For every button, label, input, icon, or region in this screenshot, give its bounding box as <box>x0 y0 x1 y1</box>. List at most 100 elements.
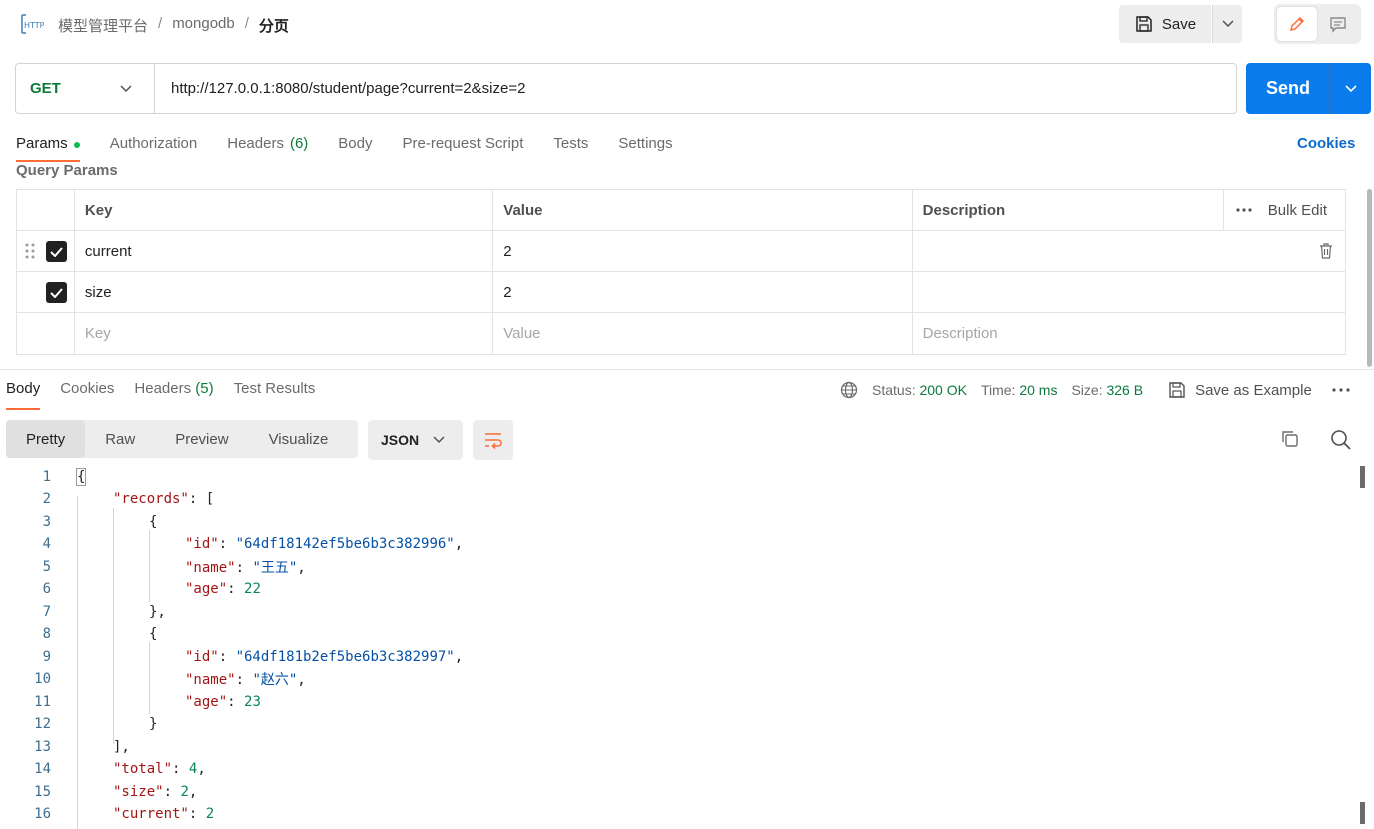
more-icon[interactable] <box>1236 208 1252 212</box>
format-raw-button[interactable]: Raw <box>85 420 155 458</box>
param-description-cell[interactable] <box>913 231 1345 271</box>
tab-tests[interactable]: Tests <box>553 132 588 162</box>
tab-prerequest-script[interactable]: Pre-request Script <box>403 132 524 162</box>
size-value: 326 B <box>1106 382 1144 398</box>
code-text: "current": 2 <box>113 806 215 822</box>
send-options-button[interactable] <box>1330 63 1371 114</box>
param-checkbox[interactable] <box>46 282 67 303</box>
more-icon[interactable] <box>1332 388 1350 392</box>
code-text: { <box>76 468 87 486</box>
tab-authorization[interactable]: Authorization <box>110 132 198 162</box>
wrap-lines-button[interactable] <box>473 420 513 460</box>
tab-response-cookies[interactable]: Cookies <box>60 380 114 410</box>
tab-body[interactable]: Body <box>338 132 372 162</box>
code-text: "total": 4, <box>113 761 206 777</box>
line-number: 10 <box>34 671 51 687</box>
code-text: "age": 22 <box>185 581 261 597</box>
tab-params[interactable]: Params <box>16 132 80 162</box>
pane-divider[interactable] <box>0 369 1374 370</box>
format-preview-button[interactable]: Preview <box>155 420 248 458</box>
globe-icon[interactable] <box>840 381 858 399</box>
status-label: Status: <box>872 382 916 398</box>
method-select[interactable]: GET <box>16 64 155 113</box>
tab-settings[interactable]: Settings <box>618 132 672 162</box>
code-line: 2 "records": [ <box>0 488 1360 510</box>
grip-icon[interactable] <box>25 243 35 259</box>
new-param-description-input[interactable]: Description <box>913 313 1345 354</box>
request-scrollbar[interactable] <box>1367 189 1372 367</box>
breadcrumb-item-collection[interactable]: mongodb <box>172 15 235 36</box>
code-scrollbar-bottom[interactable] <box>1360 802 1365 824</box>
line-number: 15 <box>34 784 51 800</box>
size-label: Size: <box>1071 382 1103 398</box>
tab-response-headers[interactable]: Headers (5) <box>134 380 213 410</box>
language-select[interactable]: JSON <box>368 420 463 460</box>
code-scrollbar-top[interactable] <box>1360 466 1365 488</box>
code-line: 1 { <box>0 466 1360 488</box>
code-line: 4 "id": "64df18142ef5be6b3c382996", <box>0 533 1360 555</box>
trash-icon[interactable] <box>1319 243 1333 259</box>
line-number: 6 <box>42 581 51 597</box>
json-string: "64df18142ef5be6b3c382996" <box>235 536 455 552</box>
tab-headers[interactable]: Headers (6) <box>227 132 308 162</box>
param-value-cell[interactable]: 2 <box>493 231 913 271</box>
save-as-example-button[interactable]: Save as Example <box>1167 380 1312 400</box>
method-label: GET <box>30 80 61 97</box>
new-param-key-input[interactable]: Key <box>75 313 494 354</box>
status-value: 200 OK <box>919 382 967 398</box>
code-text: "name": "赵六", <box>185 672 306 688</box>
query-params-table: Key Value Description Bulk Edit current <box>16 189 1346 355</box>
size-info[interactable]: Size: 326 B <box>1071 382 1143 398</box>
response-body-viewer[interactable]: 1 { 2 "records": [ 3 { 4 "id": "64df1814… <box>0 466 1360 829</box>
breadcrumb-current[interactable]: 分页 <box>259 15 289 36</box>
code-line: 9 "id": "64df181b2ef5be6b3c382997", <box>0 646 1360 668</box>
json-number: 2 <box>180 784 189 800</box>
param-description-cell[interactable] <box>913 272 1345 312</box>
save-button[interactable]: Save <box>1119 5 1211 43</box>
comments-button[interactable] <box>1319 7 1359 41</box>
save-options-button[interactable] <box>1212 5 1242 43</box>
copy-icon[interactable] <box>1280 429 1300 449</box>
code-line: 13 ], <box>0 736 1360 758</box>
format-visualize-button[interactable]: Visualize <box>249 420 349 458</box>
line-number: 12 <box>34 716 51 732</box>
param-value-cell[interactable]: 2 <box>493 272 913 312</box>
param-checkbox[interactable] <box>46 241 67 262</box>
url-input[interactable]: http://127.0.0.1:8080/student/page?curre… <box>155 64 525 113</box>
json-key: "id" <box>185 536 219 552</box>
send-button[interactable]: Send <box>1246 63 1330 114</box>
breadcrumb-item-workspace[interactable]: 模型管理平台 <box>58 15 148 36</box>
code-text: }, <box>149 604 166 620</box>
tab-test-results[interactable]: Test Results <box>234 380 316 410</box>
header-select-cell <box>17 190 75 230</box>
request-tabs: Params Authorization Headers (6) Body Pre… <box>16 132 703 162</box>
search-icon[interactable] <box>1330 429 1352 451</box>
code-line: 7 }, <box>0 601 1360 623</box>
chevron-down-icon <box>1345 84 1357 92</box>
save-icon <box>1136 16 1152 32</box>
status-info[interactable]: Status: 200 OK <box>872 382 967 398</box>
tab-response-headers-label: Headers <box>134 380 192 397</box>
line-number: 16 <box>34 806 51 822</box>
line-number: 5 <box>42 559 51 575</box>
json-key: "name" <box>185 560 236 576</box>
table-row: size 2 <box>17 272 1345 313</box>
svg-text:HTTP: HTTP <box>24 21 44 30</box>
new-param-value-input[interactable]: Value <box>493 313 913 354</box>
line-number: 9 <box>42 649 51 665</box>
param-key-cell[interactable]: current <box>75 231 494 271</box>
json-number: 23 <box>244 694 261 710</box>
row-select-cell <box>17 272 75 312</box>
tab-response-body[interactable]: Body <box>6 380 41 410</box>
json-key: "age" <box>185 694 228 710</box>
bulk-edit-button[interactable]: Bulk Edit <box>1268 202 1345 219</box>
code-line: 10 "name": "赵六", <box>0 668 1360 690</box>
column-header-value: Value <box>493 190 913 230</box>
checkbox-icon <box>50 246 63 257</box>
chevron-down-icon <box>1221 20 1234 28</box>
cookies-link[interactable]: Cookies <box>1297 135 1355 152</box>
format-pretty-button[interactable]: Pretty <box>6 420 86 458</box>
edit-mode-button[interactable] <box>1277 7 1317 41</box>
time-info[interactable]: Time: 20 ms <box>981 382 1058 398</box>
param-key-cell[interactable]: size <box>75 272 494 312</box>
